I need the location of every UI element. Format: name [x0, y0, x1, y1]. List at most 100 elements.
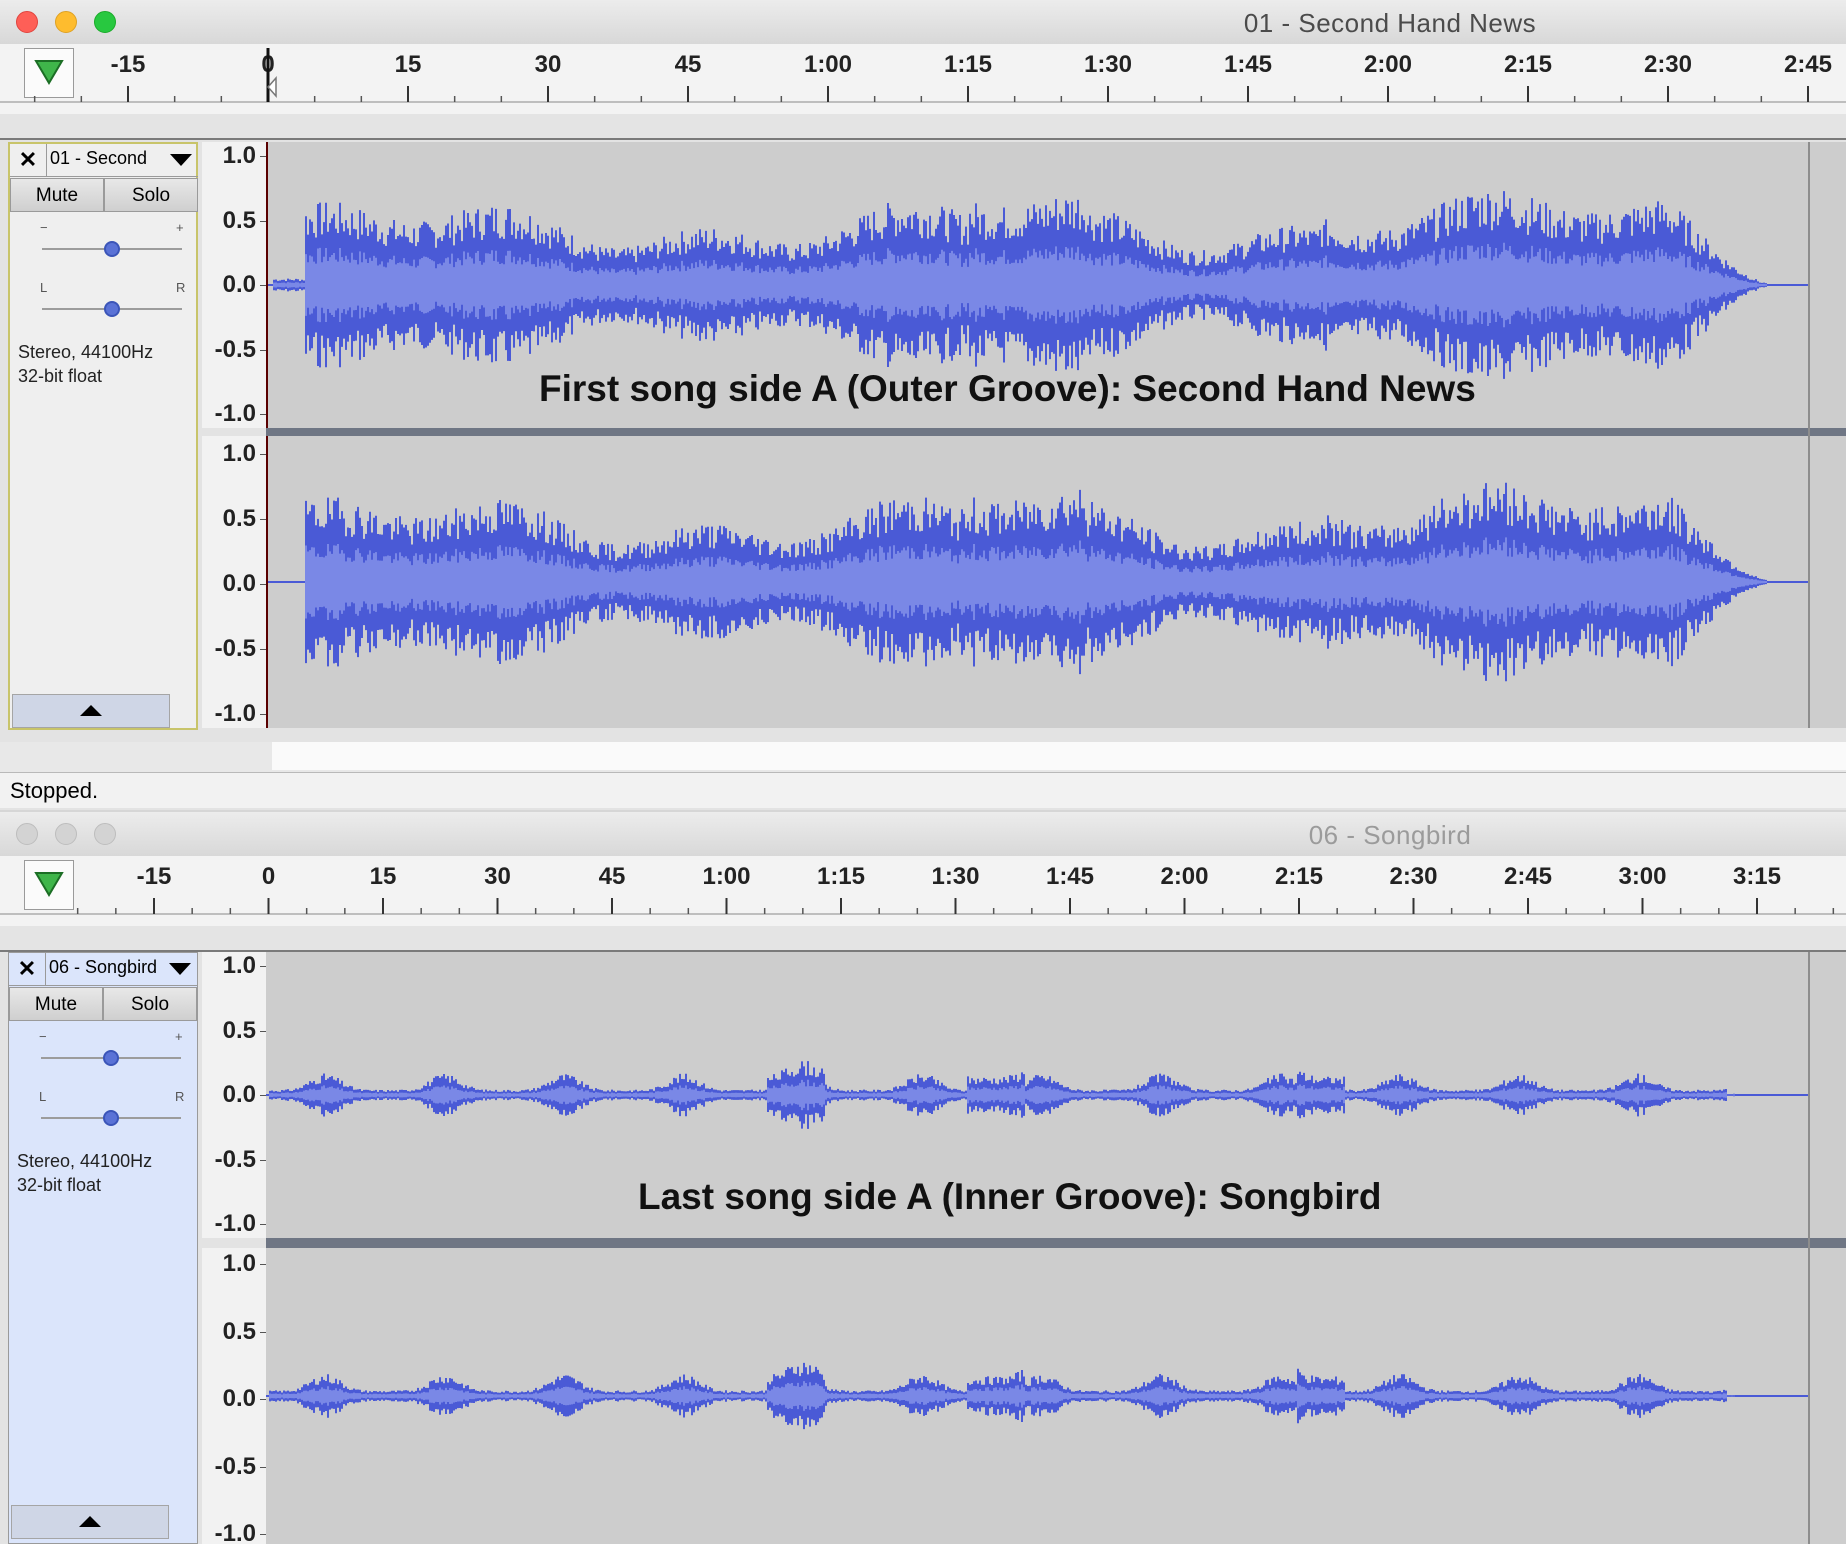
ruler-tick-label: 1:00 [702, 863, 750, 890]
amplitude-label: -0.5 [214, 1452, 256, 1480]
collapse-track-button[interactable] [12, 694, 170, 728]
pan-left-label: L [39, 1089, 47, 1104]
amplitude-label: 0.5 [222, 206, 256, 234]
status-bar: Stopped. [0, 772, 1846, 808]
amplitude-label: 0.5 [222, 1016, 256, 1044]
zoom-window-button[interactable] [94, 11, 116, 33]
mute-button[interactable]: Mute [9, 987, 103, 1021]
caption-first-song: First song side A (Outer Groove): Second… [539, 368, 1476, 409]
ruler-tick-label: 3:15 [1733, 863, 1781, 890]
ruler-tick-label: 1:30 [1084, 51, 1132, 78]
chevron-down-icon[interactable] [169, 963, 191, 975]
ruler-tick-label: 1:15 [817, 863, 865, 890]
gain-min-label: − [39, 1029, 47, 1044]
track-format: Stereo, 44100Hz 32-bit float [17, 1149, 152, 1197]
pan-right-label: R [176, 280, 186, 295]
amplitude-label: 0.5 [222, 505, 256, 532]
ruler-tick-label: 2:00 [1364, 51, 1412, 78]
gain-slider-thumb[interactable] [103, 1050, 119, 1066]
gain-max-label: + [175, 1029, 183, 1044]
ruler-tick-label: 30 [535, 51, 562, 78]
window-title: 06 - Songbird [1308, 820, 1472, 850]
ruler-tick-label: 30 [484, 863, 511, 890]
zoom-window-button[interactable] [94, 823, 116, 845]
gain-max-label: + [176, 220, 184, 235]
format-bits: 32-bit float [17, 1175, 102, 1195]
amplitude-label: -0.5 [214, 1145, 256, 1173]
amplitude-ruler-left: 1.0 0.5 0.0 -0.5 -1.0 [202, 952, 267, 1238]
channel-separator [266, 1238, 1846, 1248]
track-control-panel: ✕ 01 - Second Mute Solo − + L R Stereo, … [8, 142, 198, 730]
timeline-ruler[interactable]: -1501530451:001:151:301:452:002:152:302:… [0, 856, 1846, 927]
caption-last-song: Last song side A (Inner Groove): Songbir… [638, 1176, 1382, 1217]
waveform-right-channel[interactable] [266, 1248, 1846, 1544]
close-track-icon[interactable]: ✕ [10, 144, 47, 176]
ruler-tick-label: 2:00 [1160, 863, 1208, 890]
track-name[interactable]: 01 - Second [50, 148, 147, 169]
ruler-tick-label: 1:45 [1224, 51, 1272, 78]
amplitude-label: 0.0 [222, 271, 256, 298]
close-window-button[interactable] [16, 823, 38, 845]
ruler-divider [0, 926, 1846, 952]
gain-slider[interactable]: − + [30, 220, 190, 264]
waveform-right-channel[interactable] [266, 436, 1846, 728]
ruler-tick-label: 45 [599, 863, 626, 890]
empty-track-area [0, 742, 1846, 772]
pan-slider[interactable]: L R [30, 280, 190, 324]
track-name-menu[interactable]: ✕ 01 - Second [10, 144, 198, 177]
amplitude-label: -1.0 [214, 1210, 256, 1237]
ruler-tick-label: 2:15 [1275, 863, 1323, 890]
ruler-tick-label: 15 [370, 863, 397, 890]
format-rate: Stereo, 44100Hz [18, 342, 154, 362]
timeline-ruler[interactable]: -1501530451:001:151:301:452:002:152:302:… [0, 44, 1846, 115]
gain-slider-thumb[interactable] [104, 241, 120, 257]
format-rate: Stereo, 44100Hz [17, 1151, 153, 1171]
minimize-window-button[interactable] [55, 823, 77, 845]
title-bar: 01 - Second Hand News [0, 0, 1846, 45]
window-title: 01 - Second Hand News [1243, 8, 1537, 38]
track-name[interactable]: 06 - Songbird [49, 957, 157, 978]
track-format: Stereo, 44100Hz 32-bit float [18, 340, 153, 388]
ruler-tick-label: 1:45 [1046, 863, 1094, 890]
mute-button[interactable]: Mute [10, 178, 104, 212]
close-window-button[interactable] [16, 11, 38, 33]
ruler-ticks: -15 0 15 30 45 1:00 1:15 1:30 1:45 2:00 2:15 2:30 2:… [0, 863, 1846, 915]
ruler-tick-label: 2:45 [1784, 51, 1832, 78]
triangle-up-icon [80, 705, 102, 716]
waveform-plot [266, 1362, 1808, 1430]
amplitude-label: -1.0 [214, 1520, 256, 1544]
solo-button[interactable]: Solo [104, 178, 198, 212]
amplitude-ruler-right: 1.0 0.5 0.0 -0.5 -1.0 [202, 1248, 267, 1544]
ruler-tick-label: 2:45 [1504, 863, 1552, 890]
ruler-tick-label: 2:30 [1644, 51, 1692, 78]
chevron-down-icon[interactable] [170, 154, 192, 166]
close-track-icon[interactable]: ✕ [9, 953, 46, 985]
collapse-track-button[interactable] [11, 1505, 169, 1539]
waveform-plot [268, 482, 1810, 682]
title-bar: 06 - Songbird [0, 812, 1846, 857]
pan-slider-thumb[interactable] [103, 1110, 119, 1126]
track-control-panel: ✕ 06 - Songbird Mute Solo − + L R Stereo… [8, 952, 198, 1544]
format-bits: 32-bit float [18, 366, 103, 386]
ruler-tick-label: 0 [262, 863, 275, 890]
amplitude-ruler-right: 1.0 0.5 0.0 -0.5 -1.0 [202, 436, 267, 728]
minimize-window-button[interactable] [55, 11, 77, 33]
pan-slider-thumb[interactable] [104, 301, 120, 317]
ruler-tick-label: 2:30 [1389, 863, 1437, 890]
amplitude-label: 1.0 [222, 952, 256, 979]
ruler-tick-label: 15 [395, 51, 422, 78]
track-name-menu[interactable]: ✕ 06 - Songbird [9, 953, 197, 986]
triangle-up-icon [79, 1516, 101, 1527]
window-second-hand-news: 01 - Second Hand News -1501530451:001:15… [0, 0, 1846, 810]
ruler-tick-label: 1:00 [804, 51, 852, 78]
solo-button[interactable]: Solo [103, 987, 197, 1021]
ruler-tick-label: -15 [111, 51, 146, 78]
amplitude-label: 0.0 [222, 1081, 256, 1108]
gain-min-label: − [40, 220, 48, 235]
amplitude-label: 0.0 [222, 1385, 256, 1412]
amplitude-label: -0.5 [214, 335, 256, 363]
channel-separator [266, 428, 1846, 436]
gain-slider[interactable]: − + [29, 1029, 189, 1073]
pan-slider[interactable]: L R [29, 1089, 189, 1133]
ruler-tick-label: 1:15 [944, 51, 992, 78]
